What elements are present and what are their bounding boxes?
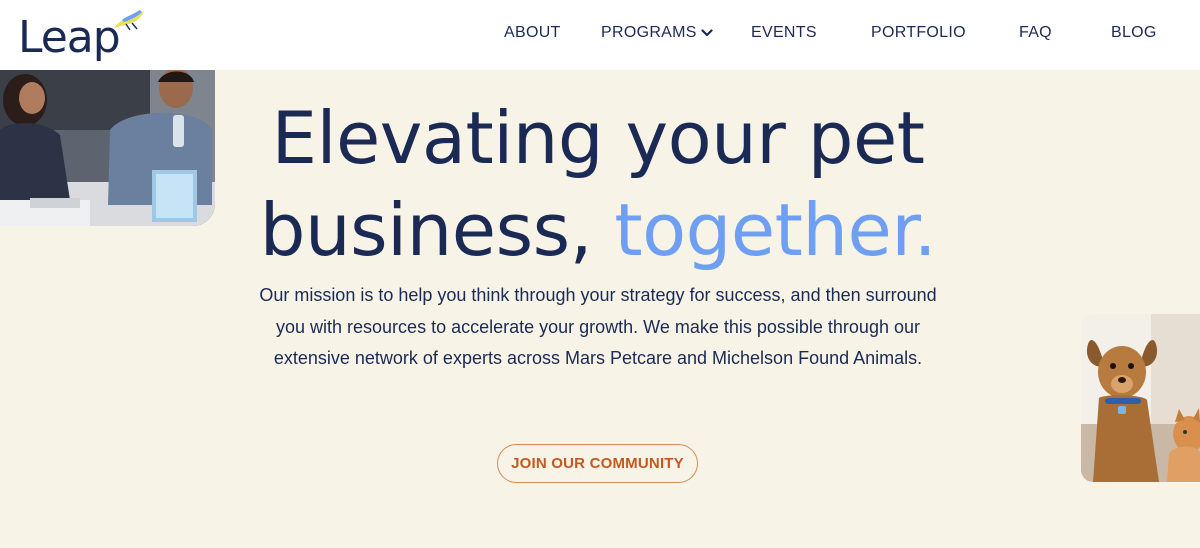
- main-nav: ABOUT PROGRAMS EVENTS PORTFOLIO FAQ BLOG: [0, 0, 1200, 70]
- mission-text: Our mission is to help you think through…: [259, 285, 937, 368]
- hero-headline: Elevating your pet business, together.: [0, 92, 1196, 276]
- pets-photo: [1081, 314, 1200, 482]
- headline-line1: Elevating your pet: [271, 96, 926, 180]
- headline-line2: business,: [259, 188, 615, 272]
- nav-events[interactable]: EVENTS: [751, 24, 817, 42]
- nav-about[interactable]: ABOUT: [504, 24, 561, 42]
- nav-blog[interactable]: BLOG: [1111, 24, 1157, 42]
- nav-programs[interactable]: PROGRAMS: [601, 24, 713, 42]
- site-header: Leap ABOUT PROGRAMS EVENTS PORTFOLIO FAQ…: [0, 0, 1200, 70]
- nav-programs-label: PROGRAMS: [601, 24, 697, 41]
- pets-photo-image: [1081, 314, 1200, 482]
- nav-portfolio[interactable]: PORTFOLIO: [871, 24, 966, 42]
- nav-faq[interactable]: FAQ: [1019, 24, 1052, 42]
- join-community-button[interactable]: JOIN OUR COMMUNITY: [497, 444, 698, 483]
- headline-accent: together.: [614, 188, 937, 272]
- chevron-down-icon: [701, 29, 713, 36]
